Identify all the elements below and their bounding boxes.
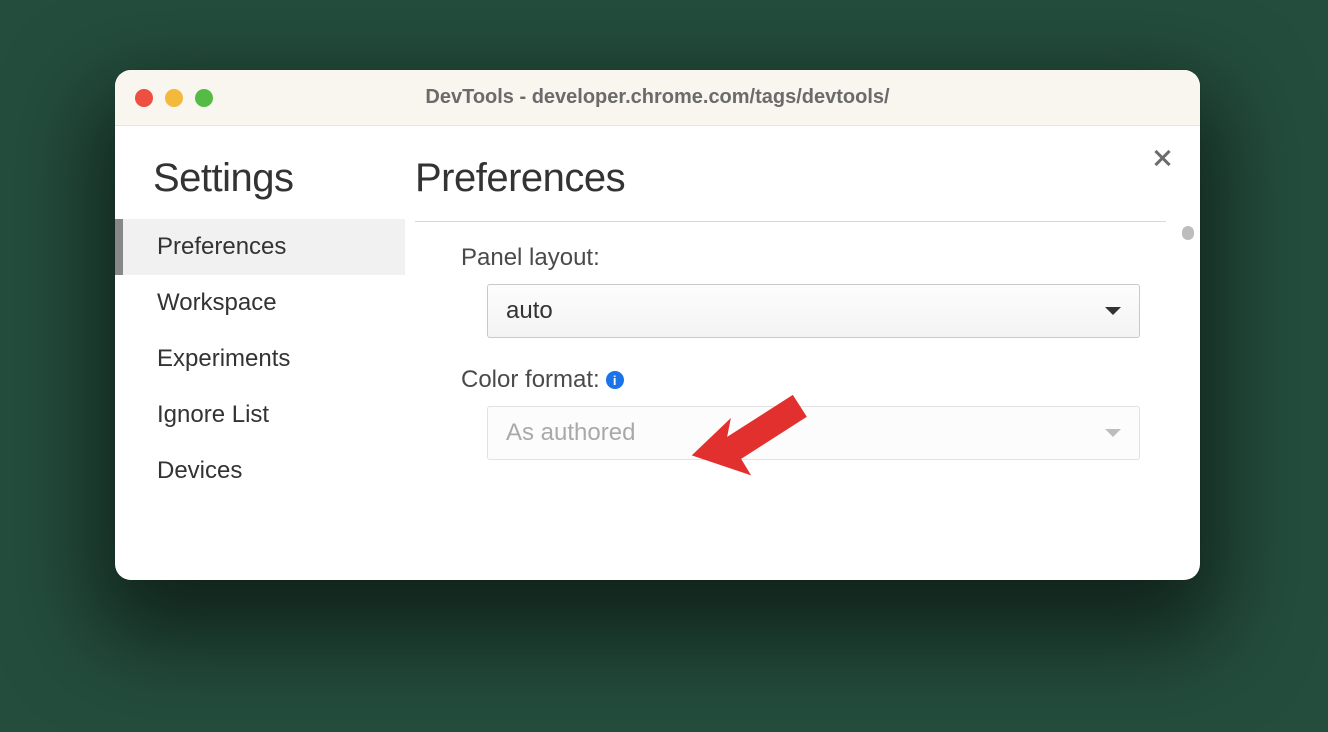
close-window-button[interactable]: [135, 89, 153, 107]
sidebar-item-devices[interactable]: Devices: [115, 443, 405, 499]
window-title: DevTools - developer.chrome.com/tags/dev…: [115, 86, 1200, 109]
panel-layout-select[interactable]: auto: [487, 284, 1140, 338]
settings-heading: Settings: [115, 156, 405, 219]
panel-layout-label-text: Panel layout:: [461, 244, 600, 272]
color-format-select: As authored: [487, 406, 1140, 460]
sidebar-item-label: Experiments: [157, 345, 290, 372]
devtools-window: DevTools - developer.chrome.com/tags/dev…: [115, 70, 1200, 580]
sidebar-item-experiments[interactable]: Experiments: [115, 331, 405, 387]
preferences-heading: Preferences: [415, 156, 1166, 201]
panel-layout-label: Panel layout:: [461, 244, 1166, 272]
settings-sidebar: Settings Preferences Workspace Experimen…: [115, 126, 405, 580]
panel-layout-value: auto: [506, 297, 553, 325]
main-panel: Preferences Panel layout: auto Color for…: [405, 126, 1200, 580]
titlebar: DevTools - developer.chrome.com/tags/dev…: [115, 70, 1200, 126]
maximize-window-button[interactable]: [195, 89, 213, 107]
divider: [415, 221, 1166, 222]
minimize-window-button[interactable]: [165, 89, 183, 107]
sidebar-item-preferences[interactable]: Preferences: [115, 219, 405, 275]
scrollbar-thumb[interactable]: [1182, 226, 1194, 240]
chevron-down-icon: [1105, 307, 1121, 315]
content-area: Settings Preferences Workspace Experimen…: [115, 126, 1200, 580]
sidebar-item-ignore-list[interactable]: Ignore List: [115, 387, 405, 443]
color-format-label: Color format: i: [461, 366, 1166, 394]
chevron-down-icon: [1105, 429, 1121, 437]
color-format-value: As authored: [506, 419, 635, 447]
sidebar-item-workspace[interactable]: Workspace: [115, 275, 405, 331]
sidebar-item-label: Preferences: [157, 233, 286, 260]
info-icon[interactable]: i: [606, 371, 624, 389]
traffic-lights: [135, 89, 213, 107]
sidebar-item-label: Ignore List: [157, 401, 269, 428]
color-format-label-text: Color format:: [461, 366, 600, 394]
sidebar-item-label: Devices: [157, 457, 242, 484]
sidebar-item-label: Workspace: [157, 289, 277, 316]
scrollbar-track[interactable]: [1182, 226, 1194, 570]
